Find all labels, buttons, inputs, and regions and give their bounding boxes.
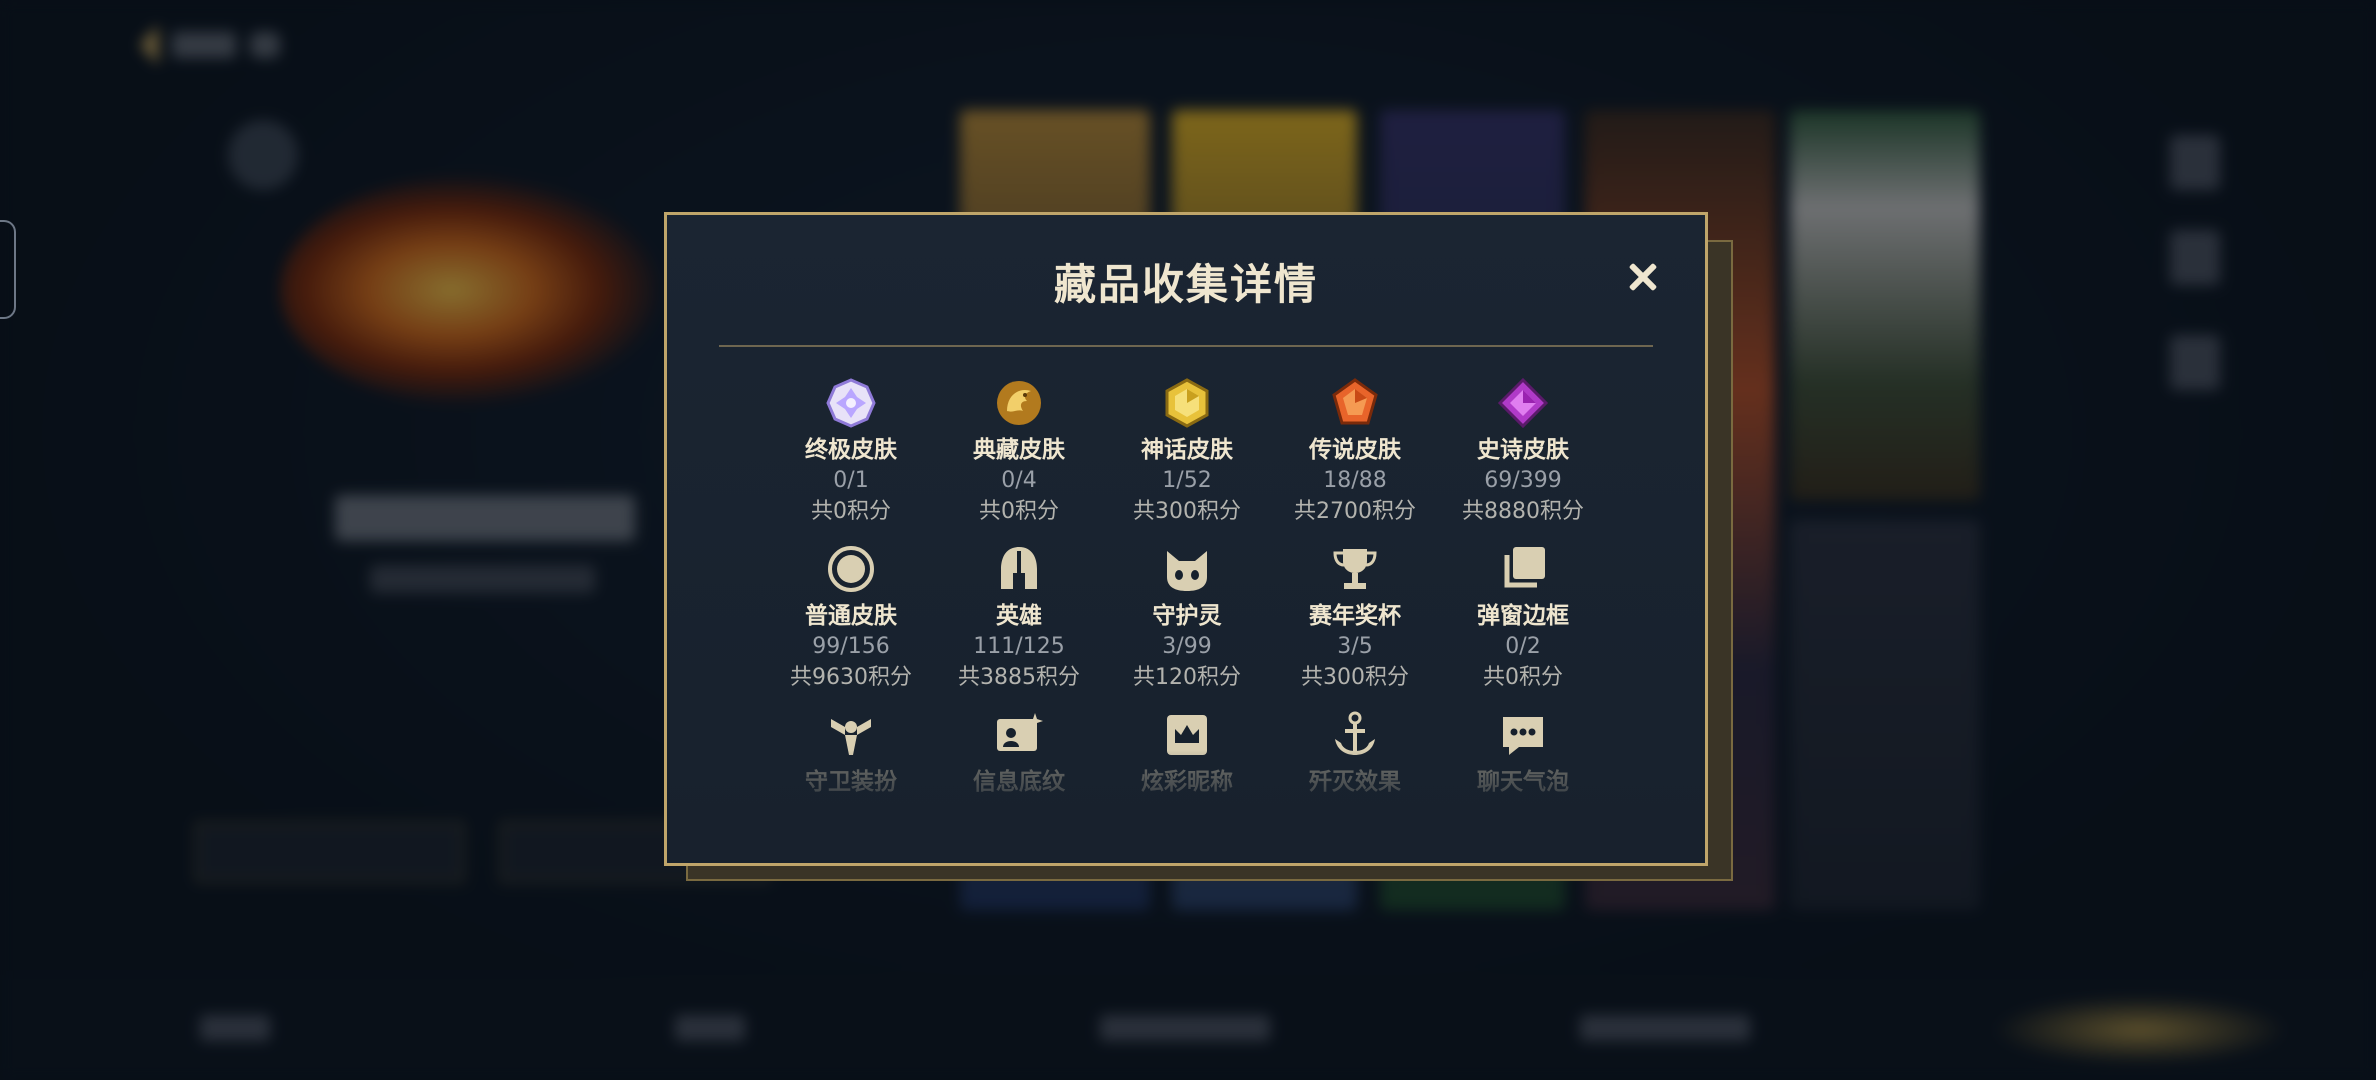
- collection-item-ultimate-skin[interactable]: 终极皮肤 0/1 共0积分: [767, 375, 935, 527]
- collection-item-ward-skin[interactable]: 守卫装扮: [767, 707, 935, 797]
- collection-name: 典藏皮肤: [973, 437, 1065, 463]
- collection-points: 共0积分: [979, 499, 1059, 524]
- collection-points: 共0积分: [811, 499, 891, 524]
- collection-points: 共2700积分: [1294, 499, 1416, 524]
- epic-gem-icon: [1495, 375, 1551, 431]
- collection-name: 终极皮肤: [805, 437, 897, 463]
- collection-item-info-card[interactable]: 信息底纹: [935, 707, 1103, 797]
- collection-points: 共120积分: [1133, 665, 1241, 690]
- collection-points: 共3885积分: [958, 665, 1080, 690]
- ultimate-gem-icon: [823, 375, 879, 431]
- collection-item-epic-skin[interactable]: 史诗皮肤 69/399 共8880积分: [1439, 375, 1607, 527]
- collection-name: 歼灭效果: [1309, 769, 1401, 795]
- collection-name: 守卫装扮: [805, 769, 897, 795]
- trophy-icon: [1327, 541, 1383, 597]
- prestige-dragon-icon: [991, 375, 1047, 431]
- collection-item-mythic-skin[interactable]: 神话皮肤 1/52 共300积分: [1103, 375, 1271, 527]
- collection-count: 0/4: [1001, 468, 1037, 493]
- collection-item-season-trophy[interactable]: 赛年奖杯 3/5 共300积分: [1271, 541, 1439, 693]
- collection-item-popup-frame[interactable]: 弹窗边框 0/2 共0积分: [1439, 541, 1607, 693]
- collection-name: 传说皮肤: [1309, 437, 1401, 463]
- collection-name: 炫彩昵称: [1141, 769, 1233, 795]
- collection-details-modal: 藏品收集详情 终极皮肤 0/1 共0积分 典藏皮肤 0/4 共0积分 神话皮肤: [664, 212, 1708, 866]
- collection-points: 共0积分: [1483, 665, 1563, 690]
- collection-count: 111/125: [973, 634, 1065, 659]
- collection-points: 共300积分: [1133, 499, 1241, 524]
- helmet-icon: [991, 541, 1047, 597]
- spirit-icon: [1159, 541, 1215, 597]
- collection-count: 69/399: [1484, 468, 1562, 493]
- modal-title: 藏品收集详情: [1053, 260, 1318, 309]
- collection-name: 英雄: [996, 603, 1042, 629]
- collection-name: 守护灵: [1152, 603, 1222, 629]
- collection-item-chat-bubble[interactable]: 聊天气泡: [1439, 707, 1607, 797]
- close-button[interactable]: [1623, 257, 1663, 297]
- info-card-icon: [991, 707, 1047, 763]
- collection-points: 共300积分: [1301, 665, 1409, 690]
- edge-tab[interactable]: [0, 220, 16, 319]
- collection-count: 3/99: [1162, 634, 1212, 659]
- collection-item-prestige-skin[interactable]: 典藏皮肤 0/4 共0积分: [935, 375, 1103, 527]
- collection-item-annihilation-effect[interactable]: 歼灭效果: [1271, 707, 1439, 797]
- ward-icon: [823, 707, 879, 763]
- collection-name: 神话皮肤: [1141, 437, 1233, 463]
- collection-count: 0/1: [833, 468, 869, 493]
- collection-item-normal-skin[interactable]: 普通皮肤 99/156 共9630积分: [767, 541, 935, 693]
- collection-points: 共8880积分: [1462, 499, 1584, 524]
- collection-item-legendary-skin[interactable]: 传说皮肤 18/88 共2700积分: [1271, 375, 1439, 527]
- collection-item-guardian-spirit[interactable]: 守护灵 3/99 共120积分: [1103, 541, 1271, 693]
- divider: [719, 345, 1653, 347]
- legendary-gem-icon: [1327, 375, 1383, 431]
- collection-points: 共9630积分: [790, 665, 912, 690]
- collection-name: 史诗皮肤: [1477, 437, 1569, 463]
- collection-count: 0/2: [1505, 634, 1541, 659]
- collection-name: 普通皮肤: [805, 603, 897, 629]
- chat-bubble-icon: [1495, 707, 1551, 763]
- collection-count: 3/5: [1337, 634, 1373, 659]
- mythic-gem-icon: [1159, 375, 1215, 431]
- collection-name: 弹窗边框: [1477, 603, 1569, 629]
- crown-badge-icon: [1159, 707, 1215, 763]
- collection-count: 99/156: [812, 634, 890, 659]
- anchor-icon: [1327, 707, 1383, 763]
- collection-count: 1/52: [1162, 468, 1212, 493]
- collection-grid: 终极皮肤 0/1 共0积分 典藏皮肤 0/4 共0积分 神话皮肤 1/52 共3…: [767, 375, 1607, 797]
- collection-name: 信息底纹: [973, 769, 1065, 795]
- frame-icon: [1495, 541, 1551, 597]
- circle-icon: [823, 541, 879, 597]
- collection-item-champion[interactable]: 英雄 111/125 共3885积分: [935, 541, 1103, 693]
- collection-count: 18/88: [1323, 468, 1387, 493]
- collection-name: 赛年奖杯: [1309, 603, 1401, 629]
- collection-name: 聊天气泡: [1477, 769, 1569, 795]
- collection-item-colorful-nickname[interactable]: 炫彩昵称: [1103, 707, 1271, 797]
